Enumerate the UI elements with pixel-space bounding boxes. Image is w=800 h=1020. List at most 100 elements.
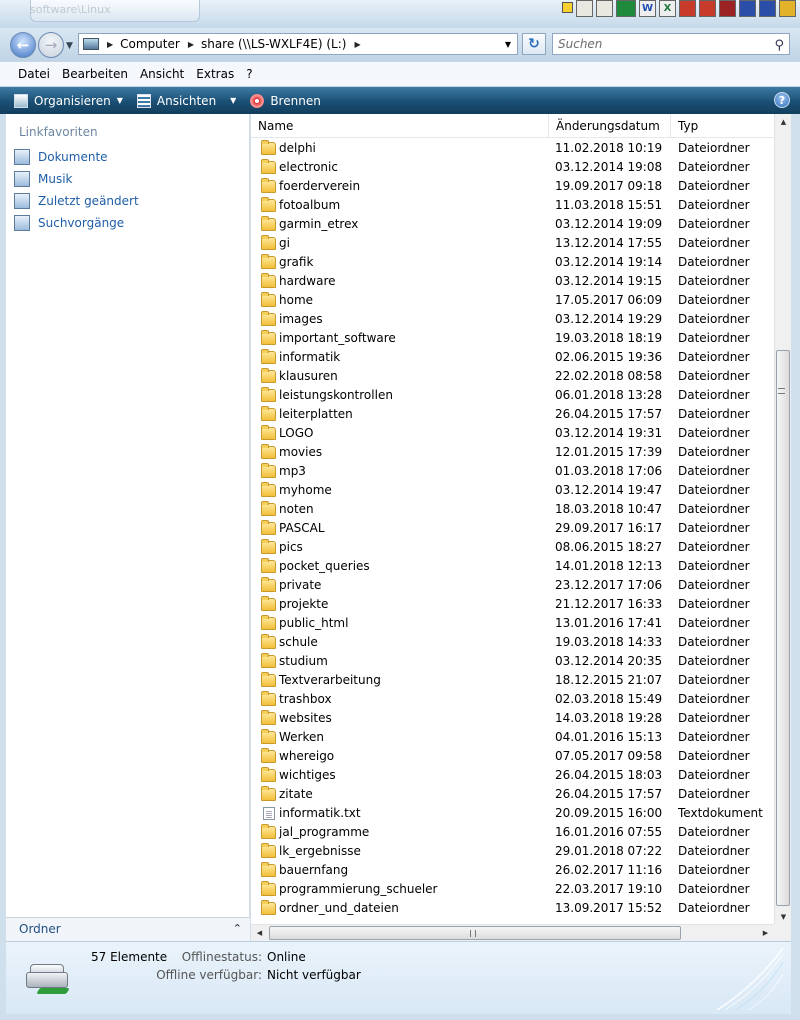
breadcrumb-arrow-icon[interactable]: ▶	[354, 40, 360, 49]
nav-item-documents[interactable]: Dokumente	[14, 147, 108, 167]
vertical-scrollbar[interactable]: ▲ ▼	[774, 114, 791, 926]
tray-clock-icon[interactable]	[779, 0, 796, 17]
table-row[interactable]: noten 18.03.2018 10:47 Dateiordner	[251, 500, 774, 519]
breadcrumb-arrow-icon[interactable]: ▶	[188, 40, 194, 49]
tray-doc2-icon[interactable]	[596, 0, 613, 17]
back-button[interactable]: ←	[10, 32, 36, 58]
table-row[interactable]: lk_ergebnisse 29.01.2018 07:22 Dateiordner	[251, 842, 774, 861]
column-header-type[interactable]: Typ	[671, 114, 774, 138]
tray-red2-icon[interactable]	[699, 0, 716, 17]
scroll-left-arrow-icon[interactable]: ◀	[251, 925, 268, 942]
breadcrumb-computer[interactable]: Computer	[120, 37, 180, 51]
help-icon[interactable]: ?	[774, 92, 790, 108]
table-row[interactable]: leiterplatten 26.04.2015 17:57 Dateiordner	[251, 405, 774, 424]
refresh-button[interactable]: ↻	[522, 33, 546, 55]
folder-icon	[261, 577, 276, 592]
table-row[interactable]: websites 14.03.2018 19:28 Dateiordner	[251, 709, 774, 728]
table-row[interactable]: wichtiges 26.04.2015 18:03 Dateiordner	[251, 766, 774, 785]
table-row[interactable]: private 23.12.2017 17:06 Dateiordner	[251, 576, 774, 595]
nav-item-music[interactable]: Musik	[14, 169, 73, 189]
table-row[interactable]: informatik.txt 20.09.2015 16:00 Textdokume…	[251, 804, 774, 823]
address-dropdown-icon[interactable]: ▼	[505, 40, 511, 49]
forward-button[interactable]: →	[38, 32, 64, 58]
organize-button[interactable]: Organisieren ▼	[14, 93, 123, 108]
table-row[interactable]: whereigo 07.05.2017 09:58 Dateiordner	[251, 747, 774, 766]
address-field[interactable]: ▶ Computer ▶ share (\\LS-WXLF4E) (L:) ▶ …	[78, 33, 518, 55]
table-row[interactable]: studium 03.12.2014 20:35 Dateiordner	[251, 652, 774, 671]
table-row[interactable]: home 17.05.2017 06:09 Dateiordner	[251, 291, 774, 310]
table-row[interactable]: garmin_etrex 03.12.2014 19:09 Dateiordner	[251, 215, 774, 234]
table-row[interactable]: PASCAL 29.09.2017 16:17 Dateiordner	[251, 519, 774, 538]
table-row[interactable]: gi 13.12.2014 17:55 Dateiordner	[251, 234, 774, 253]
table-row[interactable]: important_software 19.03.2018 18:19 Dateio…	[251, 329, 774, 348]
scroll-right-arrow-icon[interactable]: ▶	[757, 925, 774, 942]
tray-green-icon[interactable]	[616, 0, 636, 17]
tray-app-icon[interactable]	[562, 2, 573, 13]
file-name: electronic	[279, 160, 338, 174]
breadcrumb-share[interactable]: share (\\LS-WXLF4E) (L:)	[201, 37, 346, 51]
table-row[interactable]: schule 19.03.2018 14:33 Dateiordner	[251, 633, 774, 652]
table-row[interactable]: klausuren 22.02.2018 08:58 Dateiordner	[251, 367, 774, 386]
vertical-scroll-thumb[interactable]	[776, 350, 790, 906]
table-row[interactable]: images 03.12.2014 19:29 Dateiordner	[251, 310, 774, 329]
tray-doc-icon[interactable]	[576, 0, 593, 17]
tray-word-icon[interactable]: W	[639, 0, 656, 17]
menu-file[interactable]: Datei	[12, 67, 56, 81]
file-date: 26.04.2015 17:57	[555, 407, 663, 421]
horizontal-scrollbar[interactable]: ◀ ▶	[251, 924, 774, 941]
table-row[interactable]: mp3 01.03.2018 17:06 Dateiordner	[251, 462, 774, 481]
search-input[interactable]: Suchen ⚲	[552, 33, 790, 55]
table-row[interactable]: public_html 13.01.2016 17:41 Dateiordner	[251, 614, 774, 633]
table-row[interactable]: ordner_und_dateien 13.09.2017 15:52 Dateio…	[251, 899, 774, 918]
nav-item-recent[interactable]: Zuletzt geändert	[14, 191, 139, 211]
folder-icon	[261, 368, 276, 383]
table-row[interactable]: programmierung_schueler 22.03.2017 19:10 D…	[251, 880, 774, 899]
horizontal-scroll-thumb[interactable]	[269, 926, 681, 940]
table-row[interactable]: foerderverein 19.09.2017 09:18 Dateiordner	[251, 177, 774, 196]
table-row[interactable]: bauernfang 26.02.2017 11:16 Dateiordner	[251, 861, 774, 880]
table-row[interactable]: Textverarbeitung 18.12.2015 21:07 Dateiord…	[251, 671, 774, 690]
menu-tools[interactable]: Extras	[190, 67, 240, 81]
scroll-up-arrow-icon[interactable]: ▲	[775, 114, 792, 131]
table-row[interactable]: leistungskontrollen 06.01.2018 13:28 Datei…	[251, 386, 774, 405]
table-row[interactable]: hardware 03.12.2014 19:15 Dateiordner	[251, 272, 774, 291]
menu-help[interactable]: ?	[240, 67, 258, 81]
table-row[interactable]: LOGO 03.12.2014 19:31 Dateiordner	[251, 424, 774, 443]
breadcrumb-arrow-icon[interactable]: ▶	[107, 40, 113, 49]
column-header-name[interactable]: Name	[251, 114, 549, 138]
table-row[interactable]: informatik 02.06.2015 19:36 Dateiordner	[251, 348, 774, 367]
nav-item-label: Musik	[38, 172, 73, 186]
table-row[interactable]: fotoalbum 11.03.2018 15:51 Dateiordner	[251, 196, 774, 215]
menu-view[interactable]: Ansicht	[134, 67, 190, 81]
tray-blue-icon[interactable]	[739, 0, 756, 17]
table-row[interactable]: projekte 21.12.2017 16:33 Dateiordner	[251, 595, 774, 614]
table-row[interactable]: trashbox 02.03.2018 15:49 Dateiordner	[251, 690, 774, 709]
table-row[interactable]: zitate 26.04.2015 17:57 Dateiordner	[251, 785, 774, 804]
table-row[interactable]: pocket_queries 14.01.2018 12:13 Dateiordne…	[251, 557, 774, 576]
burn-button[interactable]: Brennen	[250, 93, 321, 108]
column-header-date[interactable]: Änderungsdatum	[549, 114, 671, 138]
file-date: 07.05.2017 09:58	[555, 749, 663, 763]
table-row[interactable]: Werken 04.01.2016 15:13 Dateiordner	[251, 728, 774, 747]
tray-excel-icon[interactable]: X	[659, 0, 676, 17]
nav-item-searches[interactable]: Suchvorgänge	[14, 213, 124, 233]
tray-blue2-icon[interactable]	[759, 0, 776, 17]
search-icon[interactable]: ⚲	[774, 36, 784, 56]
table-row[interactable]: movies 12.01.2015 17:39 Dateiordner	[251, 443, 774, 462]
file-date: 14.01.2018 12:13	[555, 559, 663, 573]
title-bar: software\Linux W X	[0, 0, 800, 28]
folder-icon	[261, 558, 276, 573]
table-row[interactable]: pics 08.06.2015 18:27 Dateiordner	[251, 538, 774, 557]
views-button[interactable]: Ansichten ▼	[136, 93, 236, 108]
table-row[interactable]: delphi 11.02.2018 10:19 Dateiordner	[251, 139, 774, 158]
table-row[interactable]: myhome 03.12.2014 19:47 Dateiordner	[251, 481, 774, 500]
folders-toggle[interactable]: Ordner ⌃	[6, 917, 250, 941]
menu-edit[interactable]: Bearbeiten	[56, 67, 134, 81]
table-row[interactable]: electronic 03.12.2014 19:08 Dateiordner	[251, 158, 774, 177]
table-row[interactable]: grafik 03.12.2014 19:14 Dateiordner	[251, 253, 774, 272]
tray-key-icon[interactable]	[719, 0, 736, 17]
file-date: 29.01.2018 07:22	[555, 844, 663, 858]
table-row[interactable]: jal_programme 16.01.2016 07:55 Dateiordner	[251, 823, 774, 842]
tray-red-icon[interactable]	[679, 0, 696, 17]
recent-pages-dropdown[interactable]: ▼	[66, 41, 73, 51]
